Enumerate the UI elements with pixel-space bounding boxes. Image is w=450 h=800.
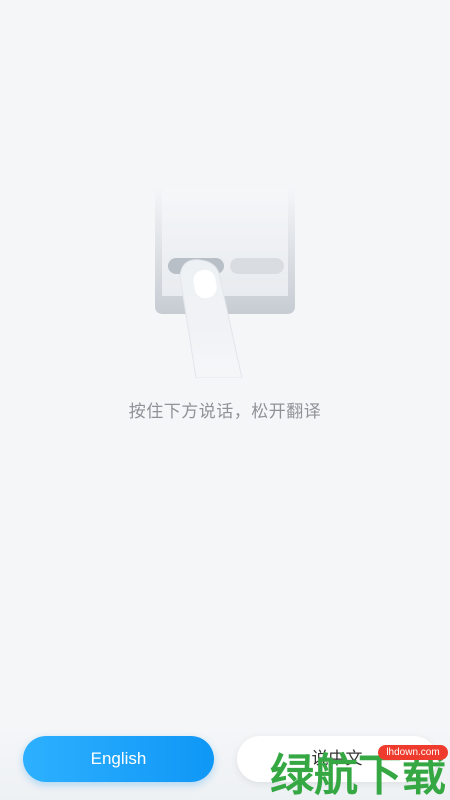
watermark-url: lhdown.com: [378, 745, 448, 760]
press-to-talk-illustration: [155, 188, 295, 378]
press-to-talk-hint: 按住下方说话，松开翻译: [128, 402, 322, 422]
english-speak-button[interactable]: English: [23, 736, 214, 782]
